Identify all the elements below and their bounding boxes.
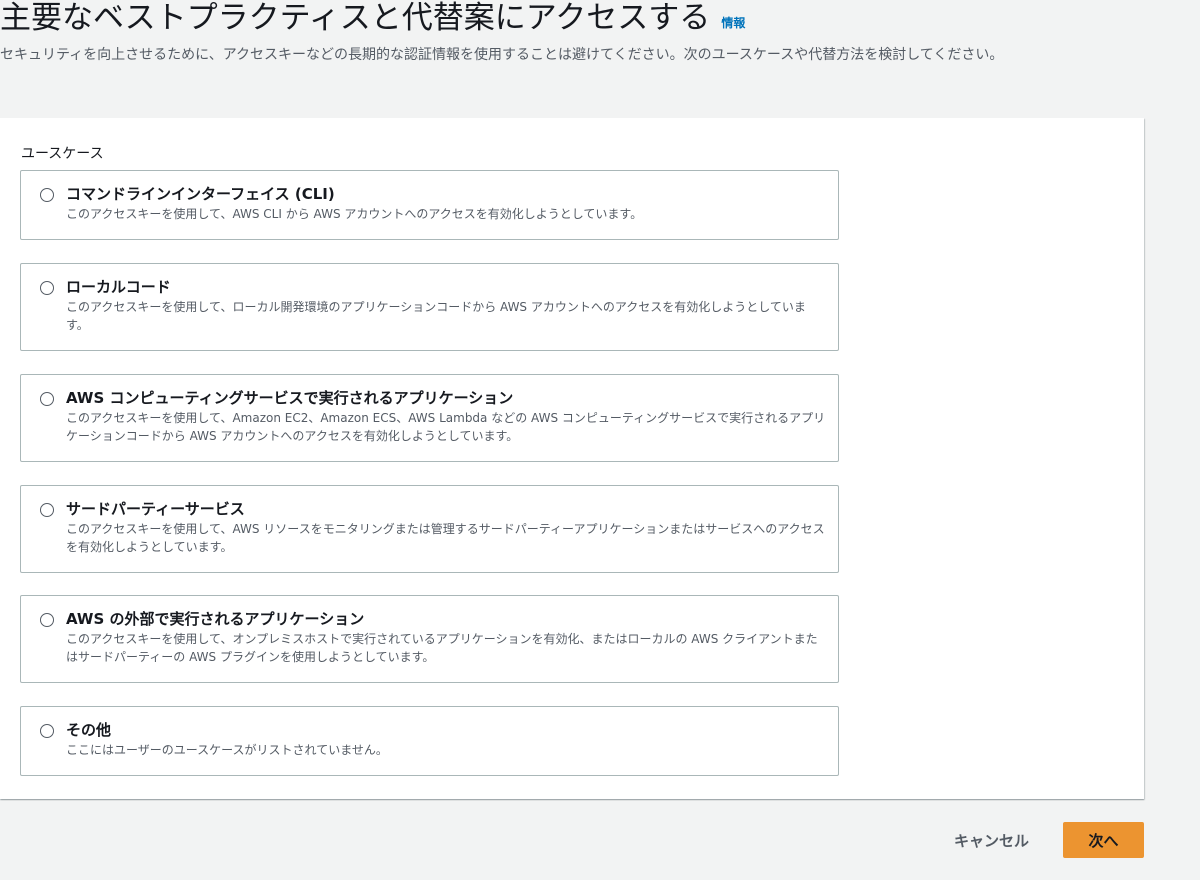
option-title: ローカルコード bbox=[66, 278, 171, 296]
option-description: このアクセスキーを使用して、オンプレミスホストで実行されているアプリケーションを… bbox=[66, 632, 818, 664]
next-button[interactable]: 次へ bbox=[1063, 822, 1144, 858]
cancel-button[interactable]: キャンセル bbox=[940, 822, 1043, 858]
option-description: このアクセスキーを使用して、AWS リソースをモニタリングまたは管理するサードパ… bbox=[66, 522, 825, 554]
option-title: サードパーティーサービス bbox=[66, 500, 245, 518]
page-description: セキュリティを向上させるために、アクセスキーなどの長期的な認証情報を使用すること… bbox=[0, 47, 1004, 63]
option-description: ここにはユーザーのユースケースがリストされていません。 bbox=[66, 743, 388, 757]
radio-button[interactable] bbox=[40, 613, 54, 627]
use-case-container: ユースケース コマンドラインインターフェイス (CLI) このアクセスキーを使用… bbox=[0, 118, 1144, 799]
use-case-option-other[interactable]: その他 ここにはユーザーのユースケースがリストされていません。 bbox=[20, 706, 839, 776]
radio-button[interactable] bbox=[40, 392, 54, 406]
use-case-option-local-code[interactable]: ローカルコード このアクセスキーを使用して、ローカル開発環境のアプリケーションコ… bbox=[20, 263, 839, 351]
option-description: このアクセスキーを使用して、Amazon EC2、Amazon ECS、AWS … bbox=[66, 411, 826, 443]
radio-button[interactable] bbox=[40, 281, 54, 295]
option-description: このアクセスキーを使用して、ローカル開発環境のアプリケーションコードから AWS… bbox=[66, 300, 806, 332]
page-title: 主要なベストプラクティスと代替案にアクセスする bbox=[0, 0, 711, 36]
option-title: AWS の外部で実行されるアプリケーション bbox=[66, 610, 365, 628]
radio-button[interactable] bbox=[40, 724, 54, 738]
use-case-label: ユースケース bbox=[21, 146, 104, 162]
title-row: 主要なベストプラクティスと代替案にアクセスする 情報 bbox=[0, 0, 745, 36]
use-case-option-aws-compute[interactable]: AWS コンピューティングサービスで実行されるアプリケーション このアクセスキー… bbox=[20, 374, 839, 462]
radio-button[interactable] bbox=[40, 503, 54, 517]
option-title: その他 bbox=[66, 721, 112, 739]
option-title: コマンドラインインターフェイス (CLI) bbox=[66, 185, 335, 203]
use-case-option-third-party[interactable]: サードパーティーサービス このアクセスキーを使用して、AWS リソースをモニタリ… bbox=[20, 485, 839, 573]
info-link[interactable]: 情報 bbox=[721, 14, 745, 31]
option-description: このアクセスキーを使用して、AWS CLI から AWS アカウントへのアクセス… bbox=[66, 207, 643, 221]
use-case-option-cli[interactable]: コマンドラインインターフェイス (CLI) このアクセスキーを使用して、AWS … bbox=[20, 170, 839, 240]
footer-actions: キャンセル 次へ bbox=[940, 822, 1144, 858]
radio-button[interactable] bbox=[40, 188, 54, 202]
use-case-option-outside-aws[interactable]: AWS の外部で実行されるアプリケーション このアクセスキーを使用して、オンプレ… bbox=[20, 595, 839, 683]
option-title: AWS コンピューティングサービスで実行されるアプリケーション bbox=[66, 389, 514, 407]
